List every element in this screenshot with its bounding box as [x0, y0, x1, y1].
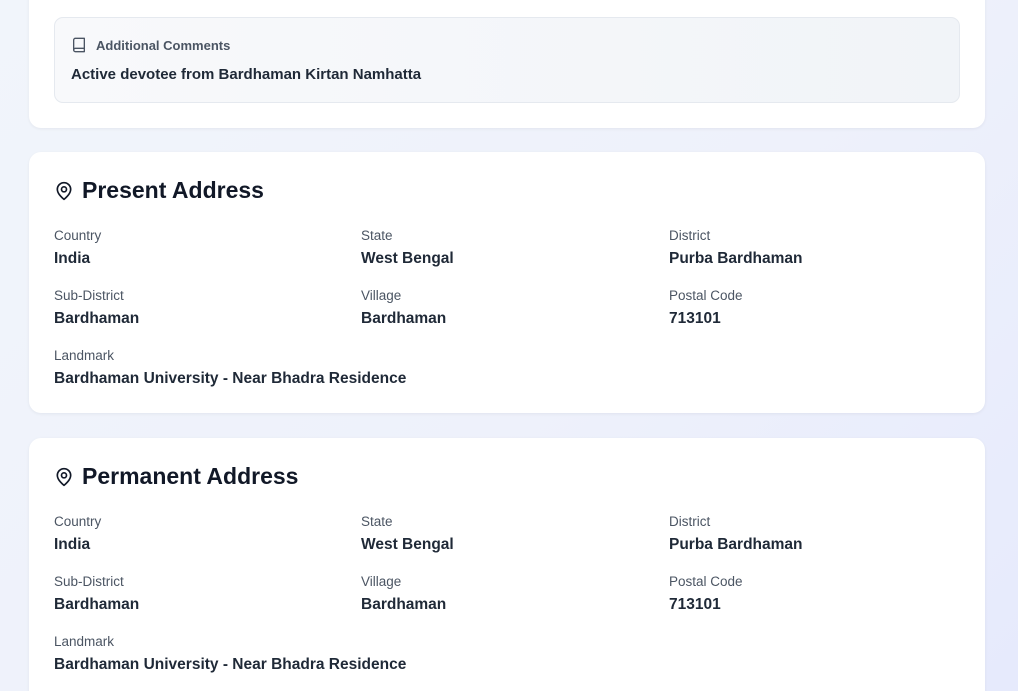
permanent-address-card: Permanent Address Country India State We… — [29, 438, 985, 691]
section-title: Present Address — [82, 177, 264, 203]
field-value: Bardhaman University - Near Bhadra Resid… — [54, 370, 407, 387]
present-postal-code-field: Postal Code 713101 — [669, 288, 743, 328]
field-value: 713101 — [669, 310, 721, 327]
additional-comments-header: Additional Comments — [71, 37, 230, 53]
permanent-postal-code-field: Postal Code 713101 — [669, 574, 743, 614]
field-value: West Bengal — [361, 536, 454, 553]
section-title: Permanent Address — [82, 463, 299, 489]
additional-comments-text: Active devotee from Bardhaman Kirtan Nam… — [71, 66, 422, 83]
field-value: Bardhaman University - Near Bhadra Resid… — [54, 656, 407, 673]
field-value: India — [54, 536, 91, 553]
map-pin-icon — [56, 181, 72, 200]
permanent-state-field: State West Bengal — [361, 514, 454, 554]
present-state-field: State West Bengal — [361, 228, 454, 268]
field-label: State — [361, 228, 393, 243]
additional-comments-label: Additional Comments — [96, 37, 231, 53]
present-sub-district-field: Sub-District Bardhaman — [54, 288, 139, 328]
map-pin-icon — [56, 467, 72, 486]
field-label: Landmark — [54, 634, 115, 649]
present-address-card: Present Address Country India State West… — [29, 152, 985, 413]
field-value: 713101 — [669, 596, 721, 613]
additional-comments-box: Additional Comments Active devotee from … — [54, 17, 960, 103]
field-label: Postal Code — [669, 288, 743, 303]
field-label: Postal Code — [669, 574, 743, 589]
present-district-field: District Purba Bardhaman — [669, 228, 803, 268]
field-label: Sub-District — [54, 574, 124, 589]
permanent-country-field: Country India — [54, 514, 101, 554]
field-label: Country — [54, 514, 102, 529]
field-label: State — [361, 514, 393, 529]
field-value: Bardhaman — [54, 596, 140, 613]
field-value: West Bengal — [361, 250, 454, 267]
additional-info-card: Additional Comments Active devotee from … — [29, 0, 985, 128]
field-value: Purba Bardhaman — [669, 250, 803, 267]
field-label: Sub-District — [54, 288, 124, 303]
field-label: Village — [361, 288, 402, 303]
permanent-landmark-field: Landmark Bardhaman University - Near Bha… — [54, 634, 406, 674]
field-label: District — [669, 514, 711, 529]
field-label: Country — [54, 228, 102, 243]
field-value: Bardhaman — [361, 310, 447, 327]
permanent-district-field: District Purba Bardhaman — [669, 514, 803, 554]
permanent-address-header: Permanent Address — [54, 463, 298, 490]
field-value: India — [54, 250, 91, 267]
field-label: Landmark — [54, 348, 115, 363]
field-label: Village — [361, 574, 402, 589]
field-value: Bardhaman — [361, 596, 447, 613]
present-village-field: Village Bardhaman — [361, 288, 446, 328]
present-country-field: Country India — [54, 228, 101, 268]
field-value: Purba Bardhaman — [669, 536, 803, 553]
permanent-village-field: Village Bardhaman — [361, 574, 446, 614]
field-label: District — [669, 228, 711, 243]
book-icon — [73, 37, 85, 53]
present-landmark-field: Landmark Bardhaman University - Near Bha… — [54, 348, 406, 388]
present-address-header: Present Address — [54, 177, 264, 204]
permanent-sub-district-field: Sub-District Bardhaman — [54, 574, 139, 614]
field-value: Bardhaman — [54, 310, 140, 327]
